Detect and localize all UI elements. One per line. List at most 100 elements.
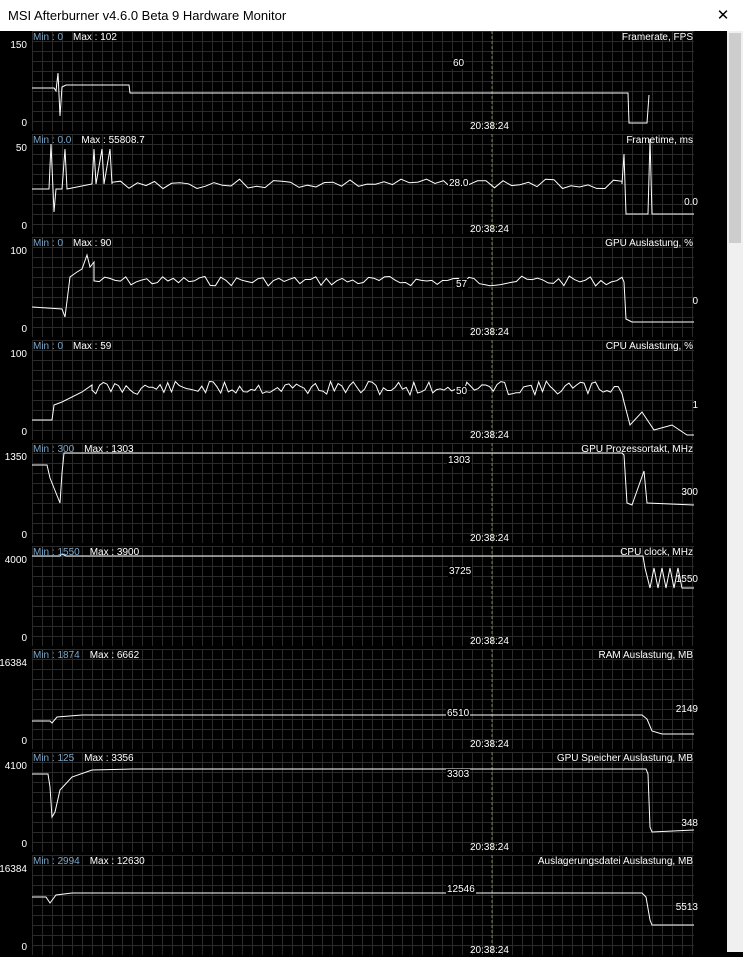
cursor-value-label: 60 xyxy=(452,58,466,69)
graph-svg xyxy=(32,443,694,543)
cursor-value-label: 3303 xyxy=(446,769,471,780)
graph-trace xyxy=(32,253,694,323)
min-max-readout: Min : 0 Max : 59 xyxy=(33,341,111,352)
graph-plot-area xyxy=(32,546,694,646)
graph-plot-area xyxy=(32,443,694,543)
min-max-readout: Min : 0 Max : 90 xyxy=(33,238,111,249)
graph-plot-area xyxy=(32,752,694,852)
graph-trace xyxy=(32,379,694,436)
y-axis-min-label: 0 xyxy=(21,633,27,644)
timestamp-label: 20:38:24 xyxy=(470,636,509,647)
scrollbar-thumb[interactable] xyxy=(729,33,741,243)
graph-trace xyxy=(32,553,694,589)
min-max-readout: Min : 1550 Max : 3900 xyxy=(33,547,139,558)
graph-name: Framerate, FPS xyxy=(621,32,693,43)
graph-trace xyxy=(32,892,694,926)
graph-panel: Min : 0.0 Max : 55808.7 Frametime, ms 50 0 20… xyxy=(0,134,727,236)
y-axis-min-label: 0 xyxy=(21,839,27,850)
min-value-label: Min : 2994 xyxy=(33,856,80,867)
close-button[interactable]: ✕ xyxy=(703,0,743,31)
min-max-readout: Min : 2994 Max : 12630 xyxy=(33,856,145,867)
timestamp-label: 20:38:24 xyxy=(470,945,509,956)
y-axis-max-label: 100 xyxy=(10,349,27,360)
graph-name: RAM Auslastung, MB xyxy=(598,650,693,661)
hardware-monitor-graphs: Min : 0 Max : 102 Framerate, FPS 1 50 0 20:38:… xyxy=(0,31,727,956)
max-value-label: Max : 3356 xyxy=(84,753,134,764)
current-value-label: 2149 xyxy=(675,704,698,715)
graph-svg xyxy=(32,649,694,749)
y-axis-max-label: 50 xyxy=(15,143,27,154)
graph-panel: Min : 0 Max : 59 CPU Auslastung, % 100 0 20:3… xyxy=(0,340,727,442)
cursor-value-label: 28.0 xyxy=(448,178,470,189)
timestamp-label: 20:38:24 xyxy=(470,121,509,132)
min-value-label: Min : 0 xyxy=(33,238,64,249)
timestamp-label: 20:38:24 xyxy=(470,327,509,338)
y-axis-min-label: 0 xyxy=(21,427,27,438)
graph-plot-area xyxy=(32,340,694,440)
y-axis-max-label: 16384 xyxy=(0,864,27,875)
min-value-label: Min : 125 xyxy=(33,753,75,764)
graph-svg xyxy=(32,134,694,234)
min-value-label: Min : 1550 xyxy=(33,547,80,558)
y-axis-min-label: 0 xyxy=(21,736,27,747)
timestamp-label: 20:38:24 xyxy=(470,739,509,750)
graph-svg xyxy=(32,340,694,440)
y-axis-max-label: 16384 xyxy=(0,658,27,669)
graph-name: Auslagerungsdatei Auslastung, MB xyxy=(537,856,693,867)
graph-panel: Min : 0 Max : 102 Framerate, FPS 150 0 20:38:… xyxy=(0,31,727,133)
window-title: MSI Afterburner v4.6.0 Beta 9 Hardware M… xyxy=(8,8,287,23)
cursor-value-label: 57 xyxy=(455,279,469,290)
y-axis-min-label: 0 xyxy=(21,221,27,232)
current-value-label: 348 xyxy=(681,818,698,829)
cursor-value-label: 1303 xyxy=(447,455,472,466)
graph-svg xyxy=(32,855,694,955)
y-axis-max-label: 4100 xyxy=(4,761,27,772)
graph-trace xyxy=(32,768,694,833)
min-max-readout: Min : 0.0 Max : 55808.7 xyxy=(33,135,145,146)
graph-trace xyxy=(32,138,694,215)
min-max-readout: Min : 300 Max : 1303 xyxy=(33,444,134,455)
y-axis-min-label: 0 xyxy=(21,118,27,129)
timestamp-label: 20:38:24 xyxy=(470,430,509,441)
graph-trace xyxy=(32,452,694,506)
min-value-label: Min : 1874 xyxy=(33,650,80,661)
timestamp-label: 20:38:24 xyxy=(470,224,509,235)
graph-plot-area xyxy=(32,31,694,131)
graph-panel: Min : 300 Max : 1303 GPU Prozessortakt, MH… xyxy=(0,443,727,545)
current-value-label: 1550 xyxy=(675,574,698,585)
max-value-label: Max : 90 xyxy=(73,238,112,249)
min-max-readout: Min : 125 Max : 3356 xyxy=(33,753,134,764)
graph-name: GPU Prozessortakt, MHz xyxy=(581,444,693,455)
min-max-readout: Min : 1874 Max : 6662 xyxy=(33,650,139,661)
y-axis-max-label: 1350 xyxy=(4,452,27,463)
graph-trace xyxy=(32,714,694,735)
graph-plot-area xyxy=(32,237,694,337)
cursor-value-label: 6510 xyxy=(446,708,471,719)
graph-panel: Min : 1874 Max : 6662 RAM Auslastung, MB 16… xyxy=(0,649,727,751)
max-value-label: Max : 1303 xyxy=(84,444,134,455)
graph-svg xyxy=(32,31,650,131)
timestamp-label: 20:38:24 xyxy=(470,842,509,853)
graph-svg xyxy=(32,546,694,646)
min-max-readout: Min : 0 Max : 102 xyxy=(33,32,117,43)
graph-svg xyxy=(32,237,694,337)
graph-panel: Min : 2994 Max : 12630 Auslagerungsdatei A… xyxy=(0,855,727,957)
graph-svg xyxy=(32,752,694,852)
graph-panel: Min : 125 Max : 3356 GPU Speicher Auslastu… xyxy=(0,752,727,854)
min-value-label: Min : 0.0 xyxy=(33,135,72,146)
y-axis-min-label: 0 xyxy=(21,942,27,953)
current-value-label: 300 xyxy=(681,487,698,498)
vertical-scrollbar[interactable] xyxy=(727,31,743,952)
graph-panel: Min : 0 Max : 90 GPU Auslastung, % 100 0 20:3… xyxy=(0,237,727,339)
graph-name: GPU Speicher Auslastung, MB xyxy=(556,753,693,764)
max-value-label: Max : 6662 xyxy=(89,650,140,661)
current-value-label: 1 xyxy=(692,400,698,411)
graph-plot-area xyxy=(32,649,694,749)
max-value-label: Max : 55808.7 xyxy=(81,135,145,146)
graph-name: CPU clock, MHz xyxy=(620,547,693,558)
y-axis-max-label: 100 xyxy=(10,246,27,257)
y-axis-min-label: 0 xyxy=(21,530,27,541)
cursor-value-label: 12546 xyxy=(446,884,476,895)
y-axis-min-label: 0 xyxy=(21,324,27,335)
graph-plot-area xyxy=(32,134,694,234)
